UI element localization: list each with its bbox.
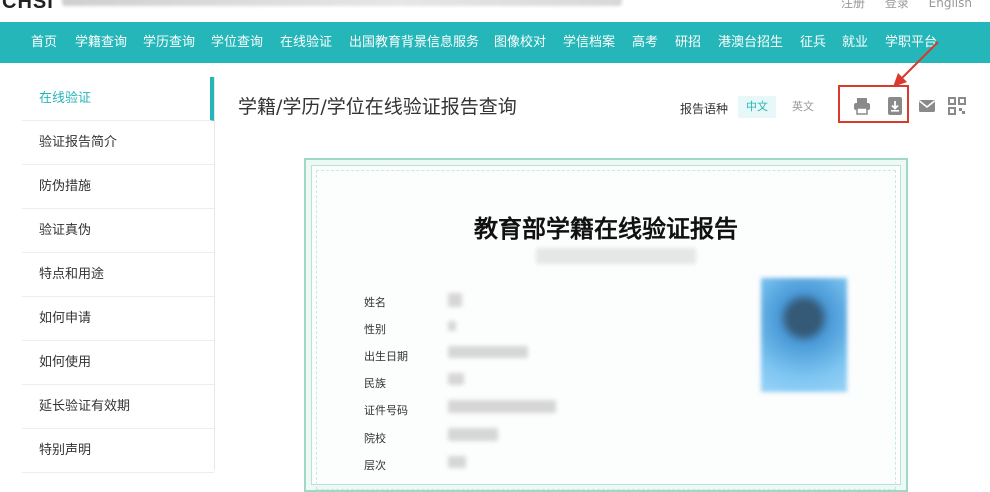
field-name-value-redacted xyxy=(448,293,462,307)
nav-image-check[interactable]: 图像校对 xyxy=(494,22,546,63)
field-id-number-label: 证件号码 xyxy=(364,404,408,417)
sidebar-item-how-use[interactable]: 如何使用 xyxy=(22,341,214,385)
field-level-label: 层次 xyxy=(364,459,386,472)
sidebar-item-online-verify[interactable]: 在线验证 xyxy=(22,77,214,121)
field-school-value-redacted xyxy=(448,428,498,441)
main-nav: 首页 学籍查询 学历查询 学位查询 在线验证 出国教育背景信息服务 图像校对 学… xyxy=(0,22,990,63)
nav-recruit[interactable]: 征兵 xyxy=(800,22,826,63)
nav-employment[interactable]: 就业 xyxy=(842,22,868,63)
login-link[interactable]: 登录 xyxy=(885,0,909,10)
nav-online-verify[interactable]: 在线验证 xyxy=(280,22,332,63)
field-ethnicity-label: 民族 xyxy=(364,377,386,390)
student-photo-blurred xyxy=(761,278,847,392)
english-link[interactable]: English xyxy=(929,0,972,10)
nav-hk-mo-tw[interactable]: 港澳台招生 xyxy=(718,22,783,63)
top-bar: CHSI 注册 登录 English xyxy=(0,0,990,22)
nav-overseas-service[interactable]: 出国教育背景信息服务 xyxy=(349,22,479,63)
sidebar-item-features[interactable]: 特点和用途 xyxy=(22,253,214,297)
top-links: 注册 登录 English xyxy=(825,0,972,11)
annotation-arrow xyxy=(893,41,939,87)
sidebar-item-anti-fake[interactable]: 防伪措施 xyxy=(22,165,214,209)
site-logo[interactable]: CHSI xyxy=(2,0,54,14)
sidebar-item-verify[interactable]: 验证真伪 xyxy=(22,209,214,253)
field-name-label: 姓名 xyxy=(364,296,386,309)
language-chinese-button[interactable]: 中文 xyxy=(738,96,776,118)
report-subtitle-redacted xyxy=(536,248,696,264)
field-ethnicity-value-redacted xyxy=(448,373,464,385)
nav-degree[interactable]: 学位查询 xyxy=(211,22,263,63)
nav-home[interactable]: 首页 xyxy=(31,22,57,63)
nav-degree-record[interactable]: 学历查询 xyxy=(143,22,195,63)
sidebar-item-report-intro[interactable]: 验证报告简介 xyxy=(22,121,214,165)
qrcode-icon[interactable] xyxy=(947,96,967,116)
report-title: 教育部学籍在线验证报告 xyxy=(474,215,738,243)
field-birthdate-label: 出生日期 xyxy=(364,350,408,363)
nav-archive[interactable]: 学信档案 xyxy=(563,22,615,63)
sidebar-item-statement[interactable]: 特别声明 xyxy=(22,429,214,473)
nav-gaokao[interactable]: 高考 xyxy=(632,22,658,63)
sidebar-divider xyxy=(214,77,215,470)
register-link[interactable]: 注册 xyxy=(841,0,865,10)
report-language-label: 报告语种 xyxy=(680,102,729,116)
field-birthdate-value-redacted xyxy=(448,346,528,358)
field-school-label: 院校 xyxy=(364,432,386,445)
sidebar: 在线验证 验证报告简介 防伪措施 验证真伪 特点和用途 如何申请 如何使用 延长… xyxy=(22,77,214,473)
site-tagline xyxy=(62,0,622,6)
field-level-value-redacted xyxy=(448,456,466,468)
field-gender-value-redacted xyxy=(448,321,456,331)
language-english-button[interactable]: 英文 xyxy=(784,96,822,118)
nav-graduate[interactable]: 研招 xyxy=(675,22,701,63)
nav-student-status[interactable]: 学籍查询 xyxy=(75,22,127,63)
sidebar-item-how-apply[interactable]: 如何申请 xyxy=(22,297,214,341)
sidebar-item-extend[interactable]: 延长验证有效期 xyxy=(22,385,214,429)
page-title: 学籍/学历/学位在线验证报告查询 xyxy=(238,96,517,118)
field-id-number-value-redacted xyxy=(448,400,556,413)
report-preview: 教育部学籍在线验证报告 姓名 性别 出生日期 民族 证件号码 院校 层次 xyxy=(304,158,908,492)
field-gender-label: 性别 xyxy=(364,323,386,336)
